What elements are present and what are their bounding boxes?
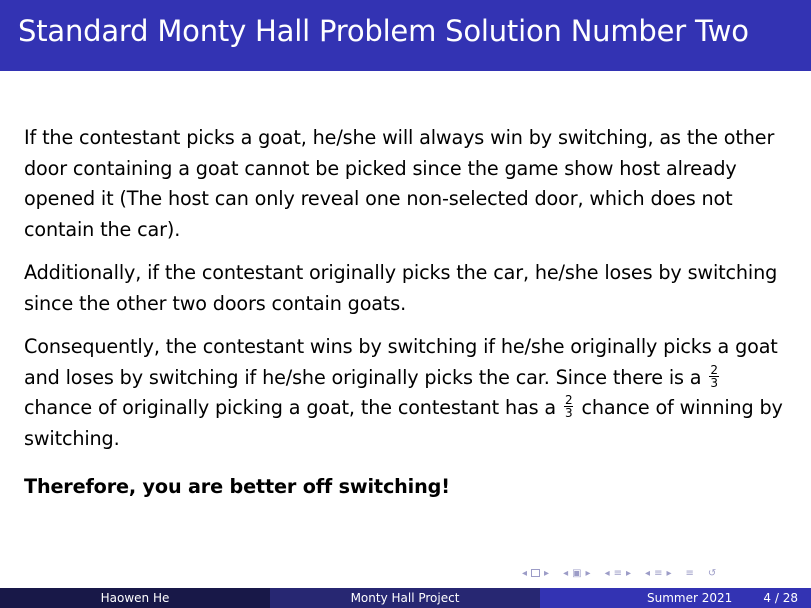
title-bar: Standard Monty Hall Problem Solution Num… — [0, 0, 811, 71]
slide-body: If the contestant picks a goat, he/she w… — [24, 123, 790, 516]
section-icon[interactable]: ▣ — [572, 568, 581, 579]
subsubsection-prev-icon[interactable]: ◂ — [645, 568, 650, 579]
section-prev-icon[interactable]: ◂ — [563, 568, 568, 579]
fraction-numerator: 2 — [709, 362, 719, 377]
paragraph-1: If the contestant picks a goat, he/she w… — [24, 126, 775, 241]
slide-title: Standard Monty Hall Problem Solution Num… — [18, 14, 749, 48]
beamer-navigation: ◂ ▸ ◂ ▣ ▸ ◂ ≡ ▸ ◂ ≡ ▸ ≡ ↺ — [522, 566, 716, 580]
page-number: 4 / 28 — [763, 591, 798, 605]
footer-right: Summer 2021 4 / 28 — [540, 588, 811, 608]
conclusion-text: Therefore, you are better off switching! — [24, 475, 450, 498]
footer-bar: Haowen He Monty Hall Project Summer 2021… — [0, 588, 811, 608]
align-icon[interactable]: ≡ — [685, 568, 693, 579]
paragraph-3-part-b: chance of originally picking a goat, the… — [24, 396, 557, 419]
subsection-next-icon[interactable]: ▸ — [626, 568, 631, 579]
fraction-denominator: 3 — [564, 406, 573, 420]
search-icon[interactable]: ↺ — [708, 568, 716, 579]
subsection-icon[interactable]: ≡ — [614, 568, 622, 579]
fraction-two-thirds: 2 3 — [563, 394, 574, 420]
subsubsection-next-icon[interactable]: ▸ — [666, 568, 671, 579]
subsection-prev-icon[interactable]: ◂ — [605, 568, 610, 579]
paragraph-2: Additionally, if the contestant original… — [24, 261, 778, 315]
paragraph-3-part-a: Consequently, the contestant wins by swi… — [24, 335, 778, 389]
frame-next-icon[interactable]: ▸ — [544, 568, 549, 579]
subsubsection-icon[interactable]: ≡ — [654, 568, 662, 579]
frame-prev-icon[interactable]: ◂ — [522, 568, 527, 579]
footer-project: Monty Hall Project — [270, 588, 540, 608]
section-next-icon[interactable]: ▸ — [586, 568, 591, 579]
fraction-two-thirds: 2 3 — [709, 364, 719, 389]
footer-date: Summer 2021 — [647, 591, 733, 605]
paragraph-3: Consequently, the contestant wins by swi… — [24, 332, 790, 454]
footer-author: Haowen He — [0, 588, 270, 608]
fraction-denominator: 3 — [710, 375, 718, 390]
frame-icon[interactable] — [531, 569, 541, 577]
